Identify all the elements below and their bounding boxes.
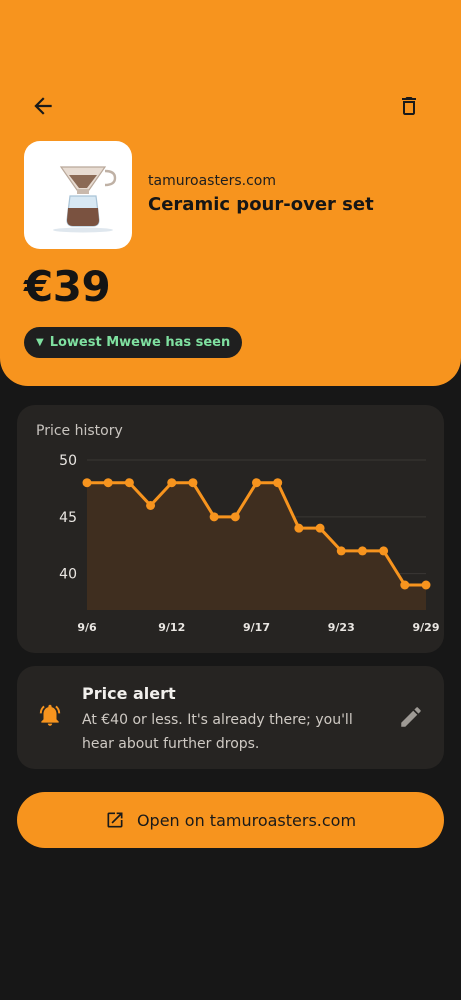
badge-label: Lowest Mwewe has seen	[49, 335, 231, 350]
product-image	[24, 141, 132, 249]
store-name: tamuroasters.com	[148, 173, 276, 189]
price-alert-title: Price alert	[82, 684, 176, 703]
price-point	[146, 500, 156, 510]
y-tick-label: 50	[59, 453, 77, 469]
price-point	[230, 512, 240, 522]
price-point	[209, 512, 219, 522]
price-point	[421, 580, 431, 590]
price-history-chart: 40 45 50 9/6 9/12 9/17 9/23 9/29	[59, 453, 440, 634]
price-point	[336, 546, 346, 556]
price-point	[167, 478, 177, 488]
open-store-label: Open on tamuroasters.com	[136, 810, 357, 830]
arrow-left-icon	[34, 97, 52, 115]
price-point	[124, 478, 134, 488]
pencil-icon	[401, 707, 421, 727]
delete-button[interactable]	[394, 91, 424, 121]
bell-ring-icon	[39, 704, 61, 726]
price-point	[315, 523, 325, 533]
y-tick-label: 45	[59, 510, 77, 526]
pour-over-coffee-icon	[53, 166, 117, 233]
price-point	[379, 546, 389, 556]
x-tick-label: 9/12	[158, 621, 185, 634]
x-tick-label: 9/6	[77, 621, 97, 634]
price-point	[82, 478, 92, 488]
product-name: Ceramic pour-over set	[148, 194, 374, 215]
product-header: tamuroasters.com Ceramic pour-over set €…	[0, 0, 461, 386]
price-alert-card: Price alert At €40 or less. It's already…	[17, 666, 444, 769]
price-area-fill	[87, 482, 426, 610]
current-price: €39	[24, 262, 111, 311]
price-point	[103, 478, 113, 488]
x-tick-label: 9/23	[328, 621, 355, 634]
x-tick-label: 9/29	[413, 621, 440, 634]
price-point	[188, 478, 198, 488]
price-alert-description: At €40 or less. It's already there; you'…	[82, 712, 353, 752]
external-link-icon	[107, 812, 123, 828]
price-point	[294, 523, 304, 533]
x-tick-label: 9/17	[243, 621, 270, 634]
y-tick-label: 40	[59, 567, 77, 583]
price-history-card: Price history 40 45 50 9/6 9/12 9/17 9/23 9/29	[17, 405, 444, 653]
price-point	[400, 580, 410, 590]
price-point	[357, 546, 367, 556]
triangle-down-icon: ▼	[36, 337, 44, 348]
edit-alert-button[interactable]	[398, 704, 424, 730]
price-point	[252, 478, 261, 488]
back-button[interactable]	[28, 91, 58, 121]
trash-icon	[402, 97, 416, 115]
price-point	[273, 478, 283, 488]
lowest-price-badge: ▼ Lowest Mwewe has seen	[24, 327, 243, 358]
open-store-button[interactable]: Open on tamuroasters.com	[17, 792, 444, 848]
